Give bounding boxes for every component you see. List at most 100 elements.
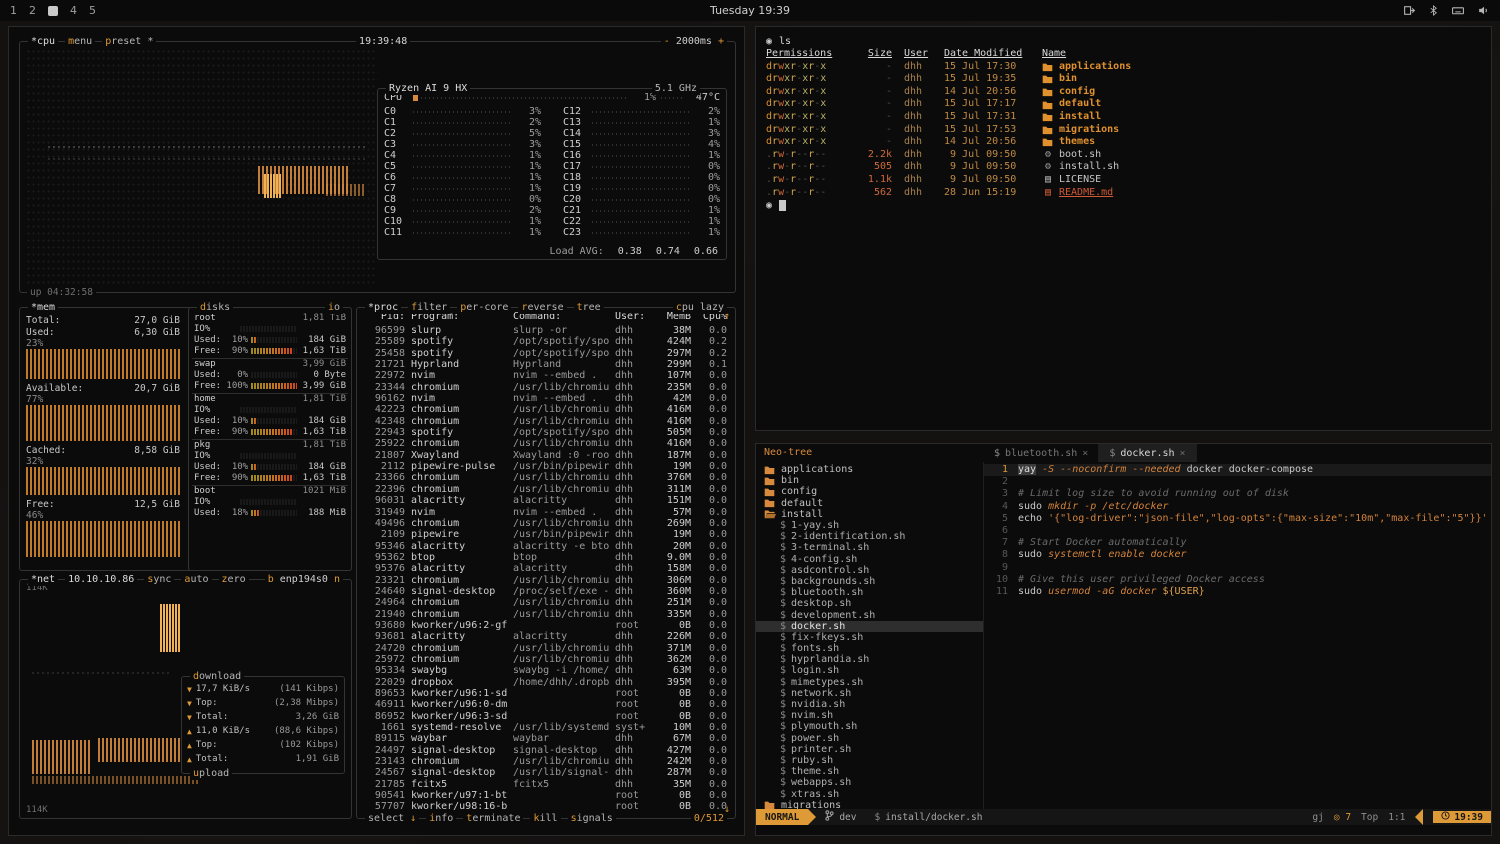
process-row[interactable]: 89115 waybar waybar dhh 67M 0.0 (359, 733, 733, 744)
tree-item[interactable]: $ bin (756, 475, 983, 486)
interface-label[interactable]: b enp194s0 n (265, 573, 343, 586)
auto-toggle[interactable]: auto (181, 573, 211, 586)
process-row[interactable]: 24720 chromium /usr/lib/chromium/ dhh 37… (359, 643, 733, 654)
tree-item[interactable]: $ migrations (756, 800, 983, 809)
process-row[interactable]: 89653 kworker/u96:1-sd root 0B 0.0 (359, 688, 733, 699)
menu-button[interactable]: menu (65, 35, 95, 48)
screenshare-icon[interactable] (1403, 4, 1416, 17)
tree-item[interactable]: $ config (756, 486, 983, 497)
tree-item[interactable]: $ default (756, 498, 983, 509)
tree-item[interactable]: $ 4-config.sh (756, 554, 983, 565)
mem-box-label[interactable]: *mem (28, 301, 58, 314)
editor-line[interactable]: 7# Start Docker automatically (984, 537, 1491, 549)
tree-item[interactable]: $ xtras.sh (756, 788, 983, 799)
process-row[interactable]: 95334 swaybg swaybg -i /home/dh dhh 63M … (359, 665, 733, 676)
tree-item[interactable]: $ nvim.sh (756, 710, 983, 721)
tree-item[interactable]: $ 2-identification.sh (756, 531, 983, 542)
process-row[interactable]: 96599 slurp slurp -or dhh 38M 0.0 (359, 325, 733, 336)
kill-action[interactable]: kill (530, 812, 560, 825)
tree-item[interactable]: $ plymouth.sh (756, 721, 983, 732)
process-row[interactable]: 42223 chromium /usr/lib/chromium/ dhh 41… (359, 404, 733, 415)
tree-item[interactable]: $ login.sh (756, 665, 983, 676)
editor-line[interactable]: 5echo '{"log-driver":"json-file","log-op… (984, 513, 1491, 525)
buffer-tab[interactable]: $ docker.sh × (1099, 444, 1196, 462)
tree-item[interactable]: $ asdcontrol.sh (756, 565, 983, 576)
select-action[interactable]: select ↓ (365, 812, 419, 825)
net-box-label[interactable]: *net (28, 573, 58, 586)
tree-item[interactable]: $ nvidia.sh (756, 699, 983, 710)
process-row[interactable]: 25458 spotify /opt/spotify/spoti dhh 297… (359, 348, 733, 359)
tree-item[interactable]: $ bluetooth.sh (756, 587, 983, 598)
process-row[interactable]: 21721 Hyprland Hyprland dhh 299M 0.1 (359, 359, 733, 370)
sync-toggle[interactable]: sync (144, 573, 174, 586)
process-row[interactable]: 2109 pipewire /usr/bin/pipewire dhh 19M … (359, 529, 733, 540)
process-row[interactable]: 21785 fcitx5 fcitx5 dhh 35M 0.0 (359, 779, 733, 790)
editor-line[interactable]: 4sudo mkdir -p /etc/docker (984, 501, 1491, 513)
tree-toggle[interactable]: tree (574, 301, 604, 314)
tree-item[interactable]: $ network.sh (756, 688, 983, 699)
process-row[interactable]: 96162 nvim nvim --embed . dhh 42M 0.0 (359, 393, 733, 404)
cpu-box-label[interactable]: *cpu (28, 35, 58, 48)
bluetooth-icon[interactable] (1428, 4, 1439, 17)
process-row[interactable]: 96031 alacritty alacritty dhh 151M 0.0 (359, 495, 733, 506)
info-action[interactable]: info (426, 812, 456, 825)
process-row[interactable]: 46911 kworker/u96:0-dm root 0B 0.0 (359, 699, 733, 710)
editor-line[interactable]: 9 (984, 562, 1491, 574)
process-row[interactable]: 25922 chromium /usr/lib/chromium/ dhh 41… (359, 438, 733, 449)
tree-item[interactable]: $ printer.sh (756, 744, 983, 755)
process-row[interactable]: 93681 alacritty alacritty dhh 226M 0.0 (359, 631, 733, 642)
terminal-cursor[interactable] (779, 200, 786, 211)
process-row[interactable]: 23366 chromium /usr/lib/chromium/ dhh 37… (359, 472, 733, 483)
tree-item[interactable]: $ docker.sh (756, 621, 983, 632)
process-row[interactable]: 2112 pipewire-pulse /usr/bin/pipewire- d… (359, 461, 733, 472)
tree-item[interactable]: $ fix-fkeys.sh (756, 632, 983, 643)
editor-line[interactable]: 2 (984, 476, 1491, 488)
io-toggle[interactable]: io (325, 301, 343, 314)
tree-item[interactable]: $ power.sh (756, 733, 983, 744)
proc-box-label[interactable]: *proc (365, 301, 401, 314)
tree-item[interactable]: $ webapps.sh (756, 777, 983, 788)
workspace-item[interactable]: 4 (70, 4, 77, 17)
tree-item[interactable]: $ 3-terminal.sh (756, 542, 983, 553)
workspace-item[interactable]: 2 (29, 4, 36, 17)
workspace-item[interactable]: 3 (48, 6, 58, 16)
process-row[interactable]: 21940 chromium /usr/lib/chromium/ dhh 33… (359, 609, 733, 620)
process-row[interactable]: 93680 kworker/u96:2-gf root 0B 0.0 (359, 620, 733, 631)
process-row[interactable]: 90541 kworker/u97:1-bt root 0B 0.0 (359, 790, 733, 801)
per-core-toggle[interactable]: per-core (457, 301, 511, 314)
process-row[interactable]: 95362 btop btop dhh 9.0M 0.0 (359, 552, 733, 563)
signals-action[interactable]: signals (568, 812, 616, 825)
topbar-clock[interactable]: Tuesday 19:39 (710, 4, 790, 17)
keyboard-icon[interactable] (1451, 4, 1465, 17)
process-row[interactable]: 23143 chromium /usr/lib/chromium/ dhh 24… (359, 756, 733, 767)
editor-line[interactable]: 3# Limit log size to avoid running out o… (984, 488, 1491, 500)
process-row[interactable]: 24964 chromium /usr/lib/chromium/ dhh 25… (359, 597, 733, 608)
tree-item[interactable]: $ desktop.sh (756, 598, 983, 609)
tree-item[interactable]: $ applications (756, 464, 983, 475)
refresh-control[interactable]: - 2000ms + (661, 35, 727, 48)
process-row[interactable]: 22972 nvim nvim --embed . dhh 107M 0.0 (359, 370, 733, 381)
volume-icon[interactable] (1477, 4, 1490, 17)
process-row[interactable]: 22396 chromium /usr/lib/chromium/ dhh 31… (359, 484, 733, 495)
process-row[interactable]: 24497 signal-desktop signal-desktop dhh … (359, 745, 733, 756)
process-row[interactable]: 86952 kworker/u96:3-sd root 0B 0.0 (359, 711, 733, 722)
editor-pane[interactable]: 1yay -S --noconfirm --needed docker dock… (984, 462, 1491, 809)
tree-item[interactable]: $ theme.sh (756, 766, 983, 777)
tree-item[interactable]: $ development.sh (756, 609, 983, 620)
process-row[interactable]: 25972 chromium /usr/lib/chromium/ dhh 36… (359, 654, 733, 665)
workspace-item[interactable]: 1 (10, 4, 17, 17)
editor-line[interactable]: 1yay -S --noconfirm --needed docker dock… (984, 464, 1491, 476)
command-line[interactable] (756, 825, 1491, 835)
reverse-toggle[interactable]: reverse (518, 301, 566, 314)
filter-toggle[interactable]: filter (408, 301, 450, 314)
preset-button[interactable]: preset * (102, 35, 156, 48)
process-row[interactable]: 95376 alacritty alacritty dhh 158M 0.0 (359, 563, 733, 574)
tree-item[interactable]: $ mimetypes.sh (756, 677, 983, 688)
process-row[interactable]: 24640 signal-desktop /proc/self/exe --t … (359, 586, 733, 597)
editor-line[interactable]: 10# Give this user privileged Docker acc… (984, 574, 1491, 586)
editor-line[interactable]: 11sudo usermod -aG docker ${USER} (984, 586, 1491, 598)
process-row[interactable]: 21807 Xwayland Xwayland :0 -rootl dhh 18… (359, 450, 733, 461)
process-row[interactable]: 22943 spotify /opt/spotify/spoti dhh 505… (359, 427, 733, 438)
editor-line[interactable]: 6 (984, 525, 1491, 537)
process-row[interactable]: 24567 signal-desktop /usr/lib/signal-de … (359, 767, 733, 778)
